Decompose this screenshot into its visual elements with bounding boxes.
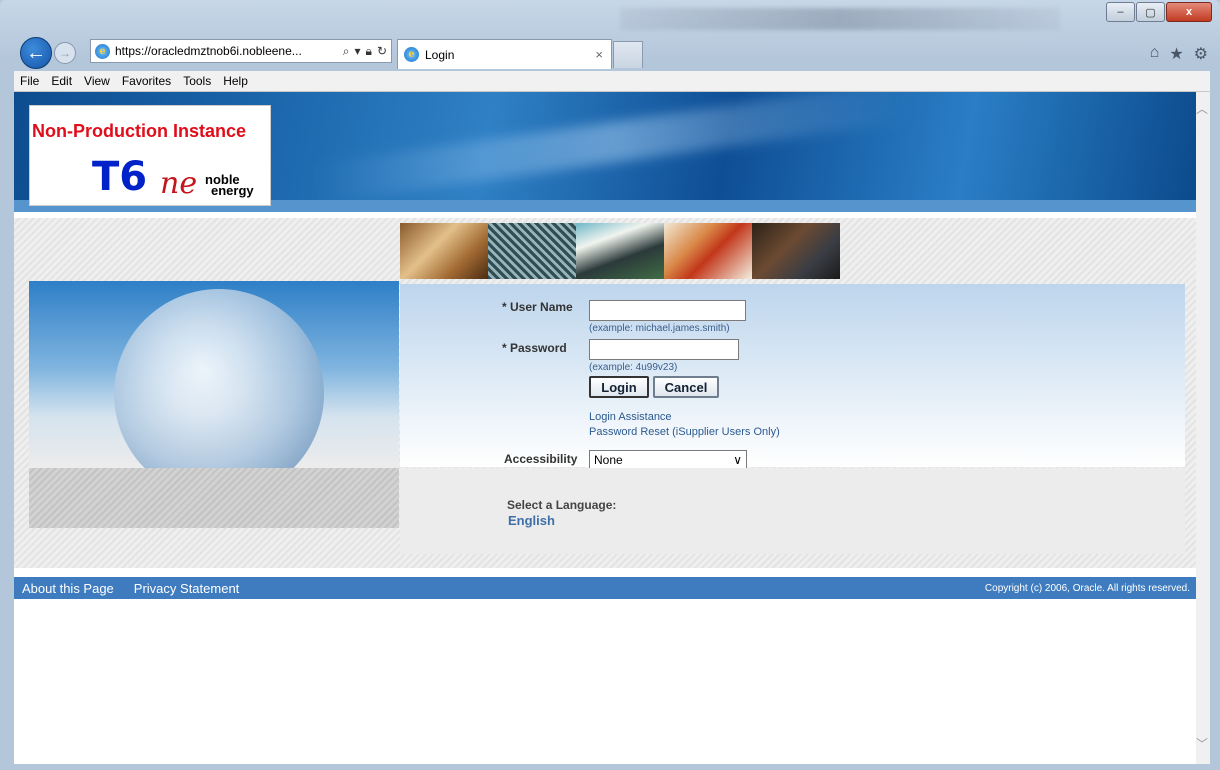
- refresh-icon[interactable]: ↻: [377, 44, 387, 59]
- noble-energy-wordmark: noble energy: [205, 173, 254, 198]
- accessibility-selected-value: None: [594, 452, 623, 467]
- back-arrow-icon: ←: [26, 41, 46, 64]
- menu-tools[interactable]: Tools: [183, 74, 211, 88]
- cancel-button[interactable]: Cancel: [653, 376, 719, 398]
- close-tab-icon[interactable]: ×: [595, 47, 603, 62]
- menu-favorites[interactable]: Favorites: [122, 74, 171, 88]
- browser-right-icons: ⌂ ★ ⚙: [1150, 44, 1208, 64]
- ie-tab-icon: e: [404, 47, 419, 62]
- username-input[interactable]: [589, 300, 746, 321]
- instance-logo: Non-Production Instance T6 ne noble ener…: [29, 105, 271, 206]
- address-text[interactable]: https://oracledmztnob6i.nobleene...: [115, 44, 302, 58]
- ie-page-icon: e: [95, 43, 110, 59]
- tab-title: Login: [425, 47, 455, 62]
- menu-file[interactable]: File: [20, 74, 39, 88]
- accessibility-select[interactable]: None ∨: [589, 450, 747, 469]
- page-content: Non-Production Instance T6 ne noble ener…: [14, 92, 1210, 764]
- language-english-link[interactable]: English: [508, 513, 555, 528]
- page-banner: Non-Production Instance T6 ne noble ener…: [14, 92, 1196, 212]
- noble-energy-mark: ne: [160, 166, 198, 201]
- page-footer: About this Page Privacy Statement Copyri…: [14, 577, 1196, 599]
- instance-label: Non-Production Instance: [32, 121, 247, 141]
- titlebar-blurred-area: [620, 8, 1060, 30]
- password-input[interactable]: [589, 339, 739, 360]
- instance-code: T6: [92, 154, 148, 200]
- maximize-button[interactable]: ▢: [1136, 2, 1165, 22]
- login-form-panel: * User Name (example: michael.james.smit…: [400, 284, 1185, 469]
- forward-button[interactable]: →: [54, 42, 76, 64]
- photo-power-tower: [488, 223, 576, 279]
- photo-man-computer: [576, 223, 664, 279]
- login-button[interactable]: Login: [589, 376, 649, 398]
- scroll-up-icon[interactable]: ︿: [1196, 100, 1208, 117]
- vertical-scrollbar[interactable]: ︿ ﹀: [1196, 92, 1210, 764]
- minimize-button[interactable]: –: [1106, 2, 1135, 22]
- scroll-down-icon[interactable]: ﹀: [1196, 735, 1208, 752]
- login-assistance-link[interactable]: Login Assistance: [589, 411, 672, 423]
- about-this-page-link[interactable]: About this Page: [22, 581, 114, 596]
- globe-panel-footer: [29, 468, 399, 528]
- menu-edit[interactable]: Edit: [51, 74, 72, 88]
- chevron-down-icon: ∨: [733, 452, 742, 467]
- favorites-star-icon[interactable]: ★: [1169, 44, 1183, 64]
- copyright-text: Copyright (c) 2006, Oracle. All rights r…: [984, 582, 1190, 594]
- navigation-bar: ← → e https://oracledmztnob6i.nobleene..…: [0, 34, 1220, 70]
- password-hint: (example: 4u99v23): [589, 362, 678, 373]
- menu-view[interactable]: View: [84, 74, 110, 88]
- username-hint: (example: michael.james.smith): [589, 323, 730, 334]
- address-bar[interactable]: e https://oracledmztnob6i.nobleene... ⌕ …: [90, 39, 392, 63]
- close-window-button[interactable]: x: [1166, 2, 1212, 22]
- language-panel: Select a Language: English: [400, 468, 1185, 554]
- search-icon[interactable]: ⌕: [343, 44, 350, 59]
- lock-icon[interactable]: 🔒︎: [366, 44, 372, 59]
- logo-text-energy: energy: [211, 183, 254, 198]
- password-reset-link[interactable]: Password Reset (iSupplier Users Only): [589, 426, 780, 438]
- dropdown-arrow-icon[interactable]: ▾: [355, 44, 361, 59]
- privacy-statement-link[interactable]: Privacy Statement: [134, 581, 240, 596]
- tab-login[interactable]: e Login ×: [397, 39, 612, 69]
- home-icon[interactable]: ⌂: [1150, 44, 1160, 64]
- menu-help[interactable]: Help: [223, 74, 248, 88]
- photo-woman-headset: [664, 223, 752, 279]
- password-label: * Password: [502, 341, 567, 355]
- browser-window: – ▢ x ← → e https://oracledmztnob6i.nobl…: [0, 0, 1220, 770]
- address-tools: ⌕ ▾ 🔒︎ ↻: [343, 44, 387, 59]
- new-tab-button[interactable]: [613, 41, 643, 68]
- header-photo-strip: [400, 223, 840, 279]
- photo-people-meeting: [400, 223, 488, 279]
- banner-streak: [314, 92, 914, 204]
- menu-bar: File Edit View Favorites Tools Help: [14, 71, 1210, 92]
- forward-arrow-icon: →: [59, 46, 71, 60]
- accessibility-label: Accessibility: [504, 452, 578, 466]
- photo-businessman: [752, 223, 840, 279]
- back-button[interactable]: ←: [20, 37, 52, 69]
- settings-gear-icon[interactable]: ⚙: [1194, 44, 1208, 64]
- window-controls: – ▢ x: [1106, 2, 1212, 22]
- username-label: * User Name: [502, 300, 573, 314]
- select-language-label: Select a Language:: [507, 498, 617, 512]
